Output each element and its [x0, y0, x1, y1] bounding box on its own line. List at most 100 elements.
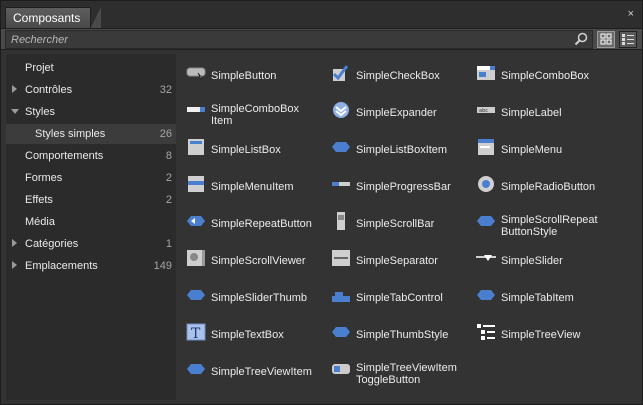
component-item[interactable]: SimpleThumbStyle: [324, 315, 469, 349]
component-label: SimpleComboBox: [501, 70, 613, 82]
component-item[interactable]: SimpleTreeViewItem: [179, 352, 324, 386]
component-label-line2: ButtonStyle: [501, 226, 558, 238]
sidebar-item-catégories[interactable]: Catégories 1: [6, 234, 176, 254]
component-item[interactable]: SimpleTabControl: [324, 278, 469, 312]
component-label-line1: SimpleMenu: [501, 144, 563, 156]
sidebar-item-emplacements[interactable]: Emplacements 149: [6, 256, 176, 276]
component-label: SimpleProgressBar: [356, 181, 468, 193]
component-item[interactable]: SimpleTreeViewItem ToggleButton: [324, 352, 469, 386]
component-item[interactable]: T SimpleTextBox: [179, 315, 324, 349]
textbox-icon: T: [186, 323, 206, 342]
sidebar-item-count: 149: [153, 260, 172, 272]
menu-icon: [476, 138, 496, 156]
component-label: SimpleTabControl: [356, 292, 468, 304]
collapsed-arrow-icon[interactable]: [12, 239, 17, 247]
component-item[interactable]: SimpleSlider: [469, 241, 614, 275]
component-label: SimpleTreeView: [501, 329, 613, 341]
component-label-line1: SimpleProgressBar: [356, 181, 451, 193]
component-label-line1: SimpleTreeView: [501, 329, 581, 341]
component-label-line1: SimpleThumbStyle: [356, 329, 449, 341]
component-item[interactable]: SimpleSeparator: [324, 241, 469, 275]
component-label-line1: SimpleRepeatButton: [211, 218, 312, 230]
component-item[interactable]: abc SimpleLabel: [469, 93, 614, 127]
component-item[interactable]: SimpleComboBox Item: [179, 93, 324, 127]
sidebar-item-styles-simples[interactable]: Styles simples 26: [6, 124, 176, 144]
sidebar-item-formes[interactable]: Formes 2: [6, 168, 176, 188]
combobox-icon: [476, 64, 496, 82]
list-view-button[interactable]: [619, 31, 637, 48]
component-label-line1: SimpleListBoxItem: [356, 144, 448, 156]
component-item[interactable]: SimpleExpander: [324, 93, 469, 127]
component-label-line1: SimpleExpander: [356, 107, 437, 119]
search-input[interactable]: [5, 30, 593, 49]
sidebar-item-styles[interactable]: Styles: [6, 102, 176, 122]
treeview-item-icon: [186, 360, 206, 378]
sidebar-item-count: 8: [165, 150, 172, 162]
component-item[interactable]: SimpleButton: [179, 56, 324, 90]
component-item[interactable]: SimpleTabItem: [469, 278, 614, 312]
component-label: SimpleScrollBar: [356, 218, 468, 230]
treeview-icon: [476, 323, 496, 341]
component-label-line2: ToggleButton: [356, 374, 421, 386]
sidebar-item-comportements[interactable]: Comportements 8: [6, 146, 176, 166]
component-label: SimpleSeparator: [356, 255, 468, 267]
sidebar-item-effets[interactable]: Effets 2: [6, 190, 176, 210]
sidebar-item-label: Comportements: [25, 150, 104, 162]
checkbox-icon: [331, 64, 351, 82]
component-item[interactable]: SimpleCheckBox: [324, 56, 469, 90]
component-item[interactable]: SimpleTreeView: [469, 315, 614, 349]
sidebar-item-label: Styles simples: [35, 128, 106, 140]
component-item[interactable]: SimpleScrollBar: [324, 204, 469, 238]
menu-item-icon: [186, 175, 206, 193]
sidebar-item-label: Emplacements: [25, 260, 98, 272]
component-label: SimpleRepeatButton: [211, 218, 323, 230]
sidebar-item-count: 32: [159, 84, 172, 96]
listbox-icon: [186, 138, 206, 156]
component-label-line2: Item: [211, 115, 233, 127]
tabcontrol-icon: [331, 286, 351, 304]
grid-view-button[interactable]: [597, 31, 615, 48]
component-label: SimpleSliderThumb: [211, 292, 323, 304]
collapsed-arrow-icon[interactable]: [12, 261, 17, 269]
search-icon[interactable]: [574, 32, 588, 46]
close-icon[interactable]: ×: [628, 9, 634, 20]
collapsed-arrow-icon[interactable]: [12, 85, 17, 93]
component-label-line1: SimpleMenuItem: [211, 181, 294, 193]
component-label: SimpleComboBox Item: [211, 103, 323, 127]
component-label-line1: SimpleLabel: [501, 107, 562, 119]
search-bar: [1, 28, 642, 50]
component-label-line1: SimpleTextBox: [211, 329, 284, 341]
svg-text:T: T: [191, 326, 201, 341]
sidebar-item-contrôles[interactable]: Contrôles 32: [6, 80, 176, 100]
component-label-line1: SimpleSliderThumb: [211, 292, 307, 304]
grid-icon: [600, 33, 612, 45]
component-item[interactable]: SimpleScrollViewer: [179, 241, 324, 275]
component-item[interactable]: SimpleScrollRepeat ButtonStyle: [469, 204, 614, 238]
component-item[interactable]: SimpleRepeatButton: [179, 204, 324, 238]
component-item[interactable]: SimpleListBox: [179, 130, 324, 164]
component-item[interactable]: SimpleMenu: [469, 130, 614, 164]
component-item[interactable]: SimpleComboBox: [469, 56, 614, 90]
component-label-line1: SimpleComboBox: [211, 103, 300, 115]
expanded-arrow-icon[interactable]: [11, 109, 19, 114]
sidebar-item-label: Catégories: [25, 238, 79, 250]
component-label: SimpleListBox: [211, 144, 323, 156]
component-item[interactable]: SimpleSliderThumb: [179, 278, 324, 312]
component-item[interactable]: SimpleMenuItem: [179, 167, 324, 201]
component-label-line1: SimpleComboBox: [501, 70, 590, 82]
component-label-line1: SimpleButton: [211, 70, 277, 82]
component-item[interactable]: SimpleRadioButton: [469, 167, 614, 201]
component-label: SimpleScrollRepeat ButtonStyle: [501, 214, 613, 238]
component-item[interactable]: SimpleListBoxItem: [324, 130, 469, 164]
listbox-item-icon: [331, 138, 351, 156]
component-label: SimpleScrollViewer: [211, 255, 323, 267]
sidebar-item-projet[interactable]: Projet: [6, 58, 176, 78]
tabitem-icon: [476, 286, 496, 304]
component-label: SimpleListBoxItem: [356, 144, 468, 156]
sidebar-item-count: 26: [159, 128, 172, 140]
sidebar-item-média[interactable]: Média: [6, 212, 176, 232]
component-label-line1: SimpleCheckBox: [356, 70, 440, 82]
scrollviewer-icon: [186, 249, 206, 267]
tab-composants[interactable]: Composants: [5, 7, 101, 29]
component-item[interactable]: SimpleProgressBar: [324, 167, 469, 201]
